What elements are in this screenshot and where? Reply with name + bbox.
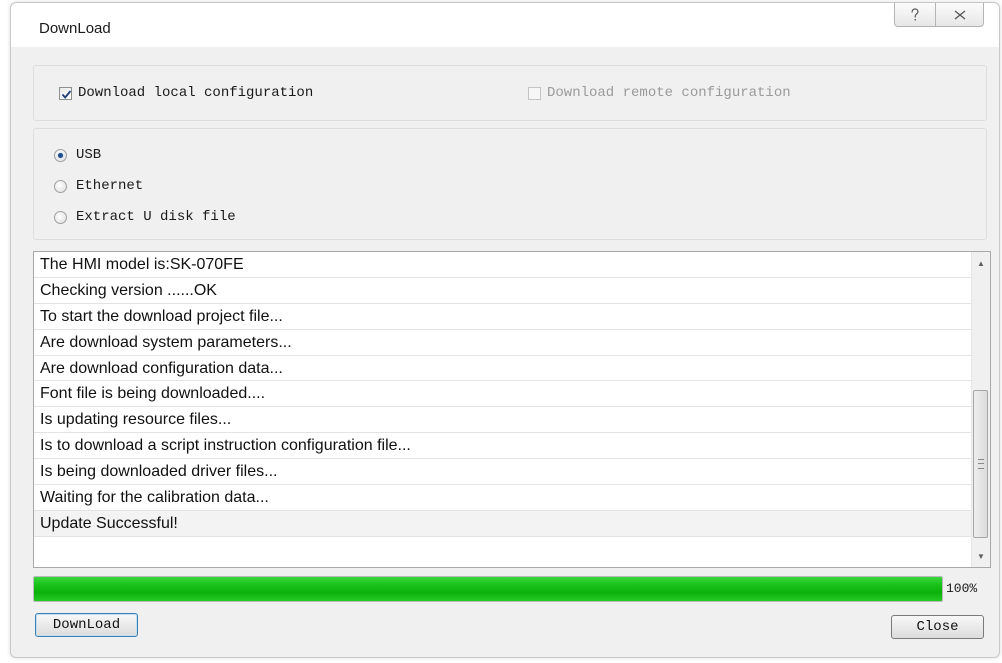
log-line: Checking version ......OK — [34, 278, 971, 304]
progress-fill — [34, 577, 942, 601]
download-progress-bar — [33, 576, 943, 602]
log-rows: The HMI model is:SK-070FE Checking versi… — [34, 252, 971, 537]
title-bar: DownLoad — [11, 3, 999, 47]
log-line: Font file is being downloaded.... — [34, 381, 971, 408]
scroll-up-arrow-icon[interactable]: ▲ — [972, 254, 990, 272]
radio-usb-label: USB — [76, 147, 102, 163]
close-window-button[interactable] — [936, 3, 984, 27]
connection-group: USB Ethernet Extract U disk file — [33, 128, 987, 240]
radio-unselected-icon — [54, 179, 67, 193]
progress-percent: 100% — [946, 581, 978, 596]
question-mark-icon — [911, 7, 919, 20]
log-line: The HMI model is:SK-070FE — [34, 252, 971, 278]
download-dialog: DownLoad Download local configuration Do… — [10, 2, 1000, 658]
log-line: Are download configuration data... — [34, 356, 971, 382]
checkbox-checked-icon — [59, 86, 72, 100]
checkbox-unchecked-icon — [528, 86, 541, 100]
grip-icon — [978, 459, 984, 469]
log-line: Is to download a script instruction conf… — [34, 433, 971, 460]
close-x-icon — [954, 9, 965, 20]
radio-selected-icon — [54, 148, 67, 162]
log-line-selected: Update Successful! — [34, 510, 971, 537]
local-config-label: Download local configuration — [78, 85, 314, 101]
local-config-checkbox[interactable]: Download local configuration — [59, 85, 313, 101]
log-line: Is updating resource files... — [34, 407, 971, 434]
config-group: Download local configuration Download re… — [33, 65, 987, 121]
radio-ethernet[interactable]: Ethernet — [54, 178, 143, 194]
remote-config-checkbox: Download remote configuration — [528, 85, 791, 101]
download-log-list[interactable]: The HMI model is:SK-070FE Checking versi… — [33, 251, 991, 568]
radio-extract-u-disk[interactable]: Extract U disk file — [54, 209, 236, 225]
log-line: Waiting for the calibration data... — [34, 485, 971, 511]
dialog-title: DownLoad — [39, 20, 111, 37]
scrollbar-thumb[interactable] — [973, 390, 988, 538]
remote-config-label: Download remote configuration — [547, 85, 791, 101]
scroll-down-arrow-icon[interactable]: ▼ — [972, 547, 990, 565]
vertical-scrollbar[interactable]: ▲ ▼ — [971, 252, 990, 567]
download-button[interactable]: DownLoad — [35, 613, 138, 637]
help-button[interactable] — [894, 3, 936, 27]
log-line: To start the download project file... — [34, 304, 971, 330]
radio-extract-label: Extract U disk file — [76, 209, 236, 225]
radio-usb[interactable]: USB — [54, 147, 101, 163]
radio-unselected-icon — [54, 210, 67, 224]
radio-ethernet-label: Ethernet — [76, 178, 144, 194]
close-button[interactable]: Close — [891, 615, 984, 639]
log-line: Is being downloaded driver files... — [34, 459, 971, 486]
log-line: Are download system parameters... — [34, 330, 971, 356]
